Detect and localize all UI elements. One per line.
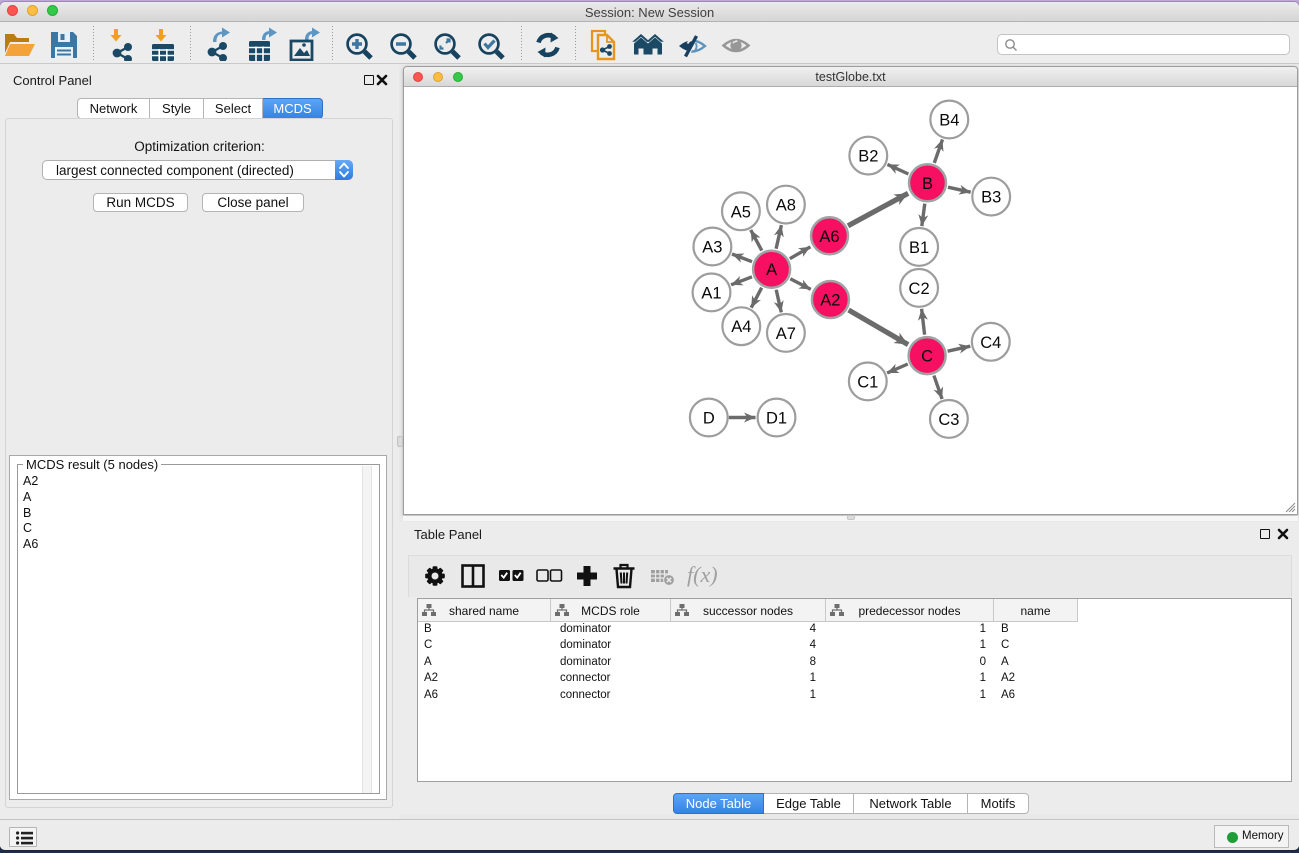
svg-text:A3: A3	[702, 239, 722, 257]
svg-text:B2: B2	[858, 148, 878, 166]
svg-text:C1: C1	[857, 374, 878, 392]
svg-text:A1: A1	[701, 285, 721, 303]
svg-text:D: D	[703, 410, 715, 428]
svg-text:B3: B3	[981, 189, 1001, 207]
svg-text:D1: D1	[766, 410, 787, 428]
svg-text:C: C	[921, 348, 933, 366]
svg-text:A: A	[766, 261, 777, 279]
svg-text:C3: C3	[938, 411, 959, 429]
svg-text:A8: A8	[776, 197, 796, 215]
svg-text:A7: A7	[776, 325, 796, 343]
svg-text:C2: C2	[909, 280, 930, 298]
svg-text:C4: C4	[980, 334, 1001, 352]
svg-text:A6: A6	[819, 228, 839, 246]
svg-text:B4: B4	[939, 112, 959, 130]
svg-text:B1: B1	[909, 239, 929, 257]
svg-text:A4: A4	[731, 318, 751, 336]
svg-text:A2: A2	[820, 292, 840, 310]
svg-text:B: B	[922, 175, 933, 193]
svg-text:A5: A5	[731, 204, 751, 222]
